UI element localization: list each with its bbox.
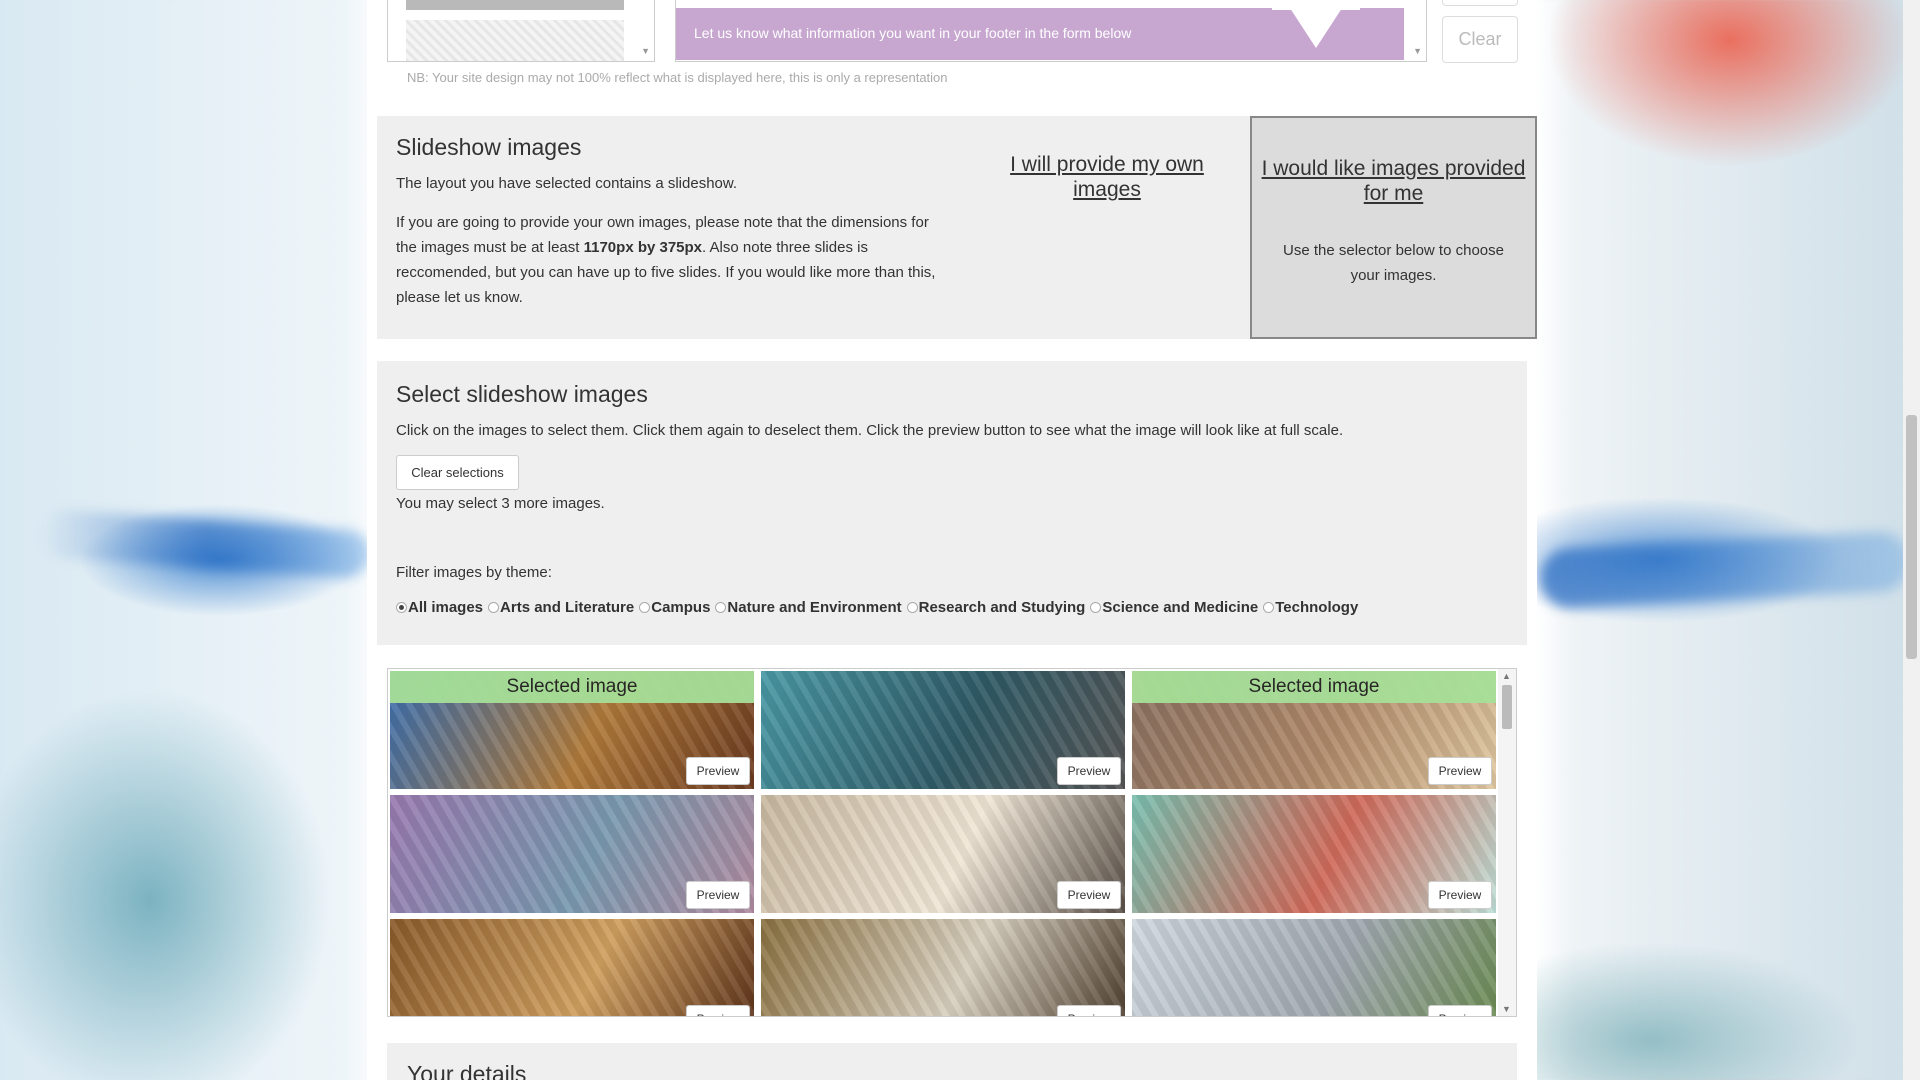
theme-filter-group: All images Arts and Literature Campus Natur…: [396, 599, 1363, 616]
select-slideshow-images-panel: Select slideshow images Click on the ima…: [377, 361, 1527, 645]
clear-button[interactable]: Clear: [1442, 16, 1518, 63]
preview-button[interactable]: Preview: [1428, 1005, 1492, 1016]
select-instructions: Click on the images to select them. Clic…: [396, 422, 1344, 439]
page-scrollbar[interactable]: [1903, 0, 1920, 1080]
theme-filter-label: Research and Studying: [918, 599, 1086, 616]
theme-filter-label: Campus: [651, 599, 711, 616]
background-decoration: [1538, 530, 1912, 610]
radio-button[interactable]: [396, 602, 407, 613]
footer-notch: [1286, 8, 1346, 48]
theme-filter-option[interactable]: Science and Medicine: [1090, 599, 1263, 616]
theme-filter-label: All images: [408, 599, 484, 616]
slideshow-image-tile[interactable]: Preview: [390, 919, 754, 1016]
slideshow-image-tile[interactable]: Selected image Preview: [390, 671, 754, 789]
theme-filter-label: Technology: [1275, 599, 1359, 616]
slideshow-image-tile[interactable]: Selected image Preview: [1132, 671, 1496, 789]
preview-button[interactable]: Preview: [686, 1005, 750, 1016]
footer-preview: Let us know what information you want in…: [675, 0, 1427, 62]
theme-filter-option[interactable]: Campus: [639, 599, 715, 616]
provide-own-images-option[interactable]: I will provide my own images: [997, 152, 1217, 202]
details-title: Your details: [407, 1061, 527, 1080]
slideshow-title: Slideshow images: [396, 134, 582, 160]
footer-preview-text: Let us know what information you want in…: [694, 25, 1132, 41]
scrollbar-thumb[interactable]: [1502, 685, 1512, 729]
images-provided-option[interactable]: I would like images provided for me Use …: [1250, 116, 1537, 339]
preview-button[interactable]: Preview: [686, 881, 750, 909]
radio-button[interactable]: [639, 602, 651, 613]
clear-selections-button[interactable]: Clear selections: [396, 455, 519, 490]
footer-preview-banner: Let us know what information you want in…: [676, 8, 1404, 60]
scroll-down-icon[interactable]: ▼: [1413, 46, 1422, 56]
preview-button[interactable]: Preview: [686, 757, 750, 785]
slideshow-image-tile[interactable]: Preview: [1132, 919, 1496, 1016]
slideshow-image-tile[interactable]: Preview: [390, 795, 754, 913]
image-selection-grid: Preview Preview Preview Preview Preview Previ…: [387, 668, 1517, 1017]
layout-preview-strip: ▼ Let us know what information you want …: [387, 0, 1518, 90]
your-details-panel: Your details: [387, 1043, 1517, 1080]
theme-filter-option[interactable]: All images: [396, 599, 488, 616]
scroll-down-icon[interactable]: ▼: [1502, 1004, 1511, 1014]
page-scrollbar-thumb[interactable]: [1906, 415, 1917, 659]
slideshow-intro: The layout you have selected contains a …: [396, 175, 738, 192]
radio-button[interactable]: [715, 602, 727, 613]
preview-button[interactable]: Preview: [1057, 1005, 1121, 1016]
slideshow-image-tile[interactable]: Preview: [1132, 795, 1496, 913]
preview-button[interactable]: Preview: [1057, 881, 1121, 909]
slideshow-image: [390, 919, 754, 1016]
dimensions-value: 1170px by 375px: [583, 239, 703, 256]
theme-filter-label: Nature and Environment: [727, 599, 902, 616]
theme-filter-option[interactable]: Technology: [1263, 599, 1363, 616]
images-provided-description: Use the selector below to choose your im…: [1283, 242, 1504, 284]
selected-image-banner: Selected image: [1132, 671, 1496, 703]
main-content: ▼ Let us know what information you want …: [367, 0, 1537, 1080]
theme-filter-option[interactable]: Research and Studying: [906, 599, 1091, 616]
background-decoration: [38, 508, 372, 580]
preview-button[interactable]: Preview: [1057, 757, 1121, 785]
theme-filter-label: Arts and Literature: [500, 599, 635, 616]
theme-filter-option[interactable]: Nature and Environment: [715, 599, 906, 616]
theme-filter-option[interactable]: Arts and Literature: [488, 599, 639, 616]
slideshow-images-panel: Slideshow images The layout you have sel…: [377, 116, 1537, 339]
radio-button[interactable]: [488, 602, 500, 613]
layout-thumbnail-preview: ▼: [387, 0, 655, 62]
theme-filter-label: Science and Medicine: [1102, 599, 1259, 616]
slideshow-image-tile[interactable]: Preview: [761, 671, 1125, 789]
images-provided-title[interactable]: I would like images provided for me: [1252, 156, 1535, 206]
thumbnail-header-bar: [406, 0, 624, 10]
slideshow-image: [1132, 919, 1496, 1016]
scroll-down-icon[interactable]: ▼: [641, 46, 650, 56]
top-button[interactable]: [1442, 0, 1518, 6]
slideshow-image-tile[interactable]: Preview: [761, 919, 1125, 1016]
slideshow-image-tile[interactable]: Preview: [761, 795, 1125, 913]
thumbnail-image: [406, 20, 624, 61]
preview-button[interactable]: Preview: [1428, 757, 1492, 785]
selected-image-banner: Selected image: [390, 671, 754, 703]
representation-note: NB: Your site design may not 100% reflec…: [407, 70, 948, 85]
select-title: Select slideshow images: [396, 381, 648, 407]
filter-label: Filter images by theme:: [396, 564, 552, 581]
remaining-selections-text: You may select 3 more images.: [396, 495, 605, 512]
slideshow-dimensions-info: If you are going to provide your own ima…: [396, 210, 936, 310]
slideshow-image: [761, 919, 1125, 1016]
preview-button[interactable]: Preview: [1428, 881, 1492, 909]
grid-scrollbar[interactable]: ▲ ▼: [1498, 669, 1516, 1016]
scroll-up-icon[interactable]: ▲: [1502, 671, 1511, 681]
radio-button[interactable]: [906, 602, 918, 613]
radio-button[interactable]: [1263, 602, 1275, 613]
radio-button[interactable]: [1090, 602, 1102, 613]
